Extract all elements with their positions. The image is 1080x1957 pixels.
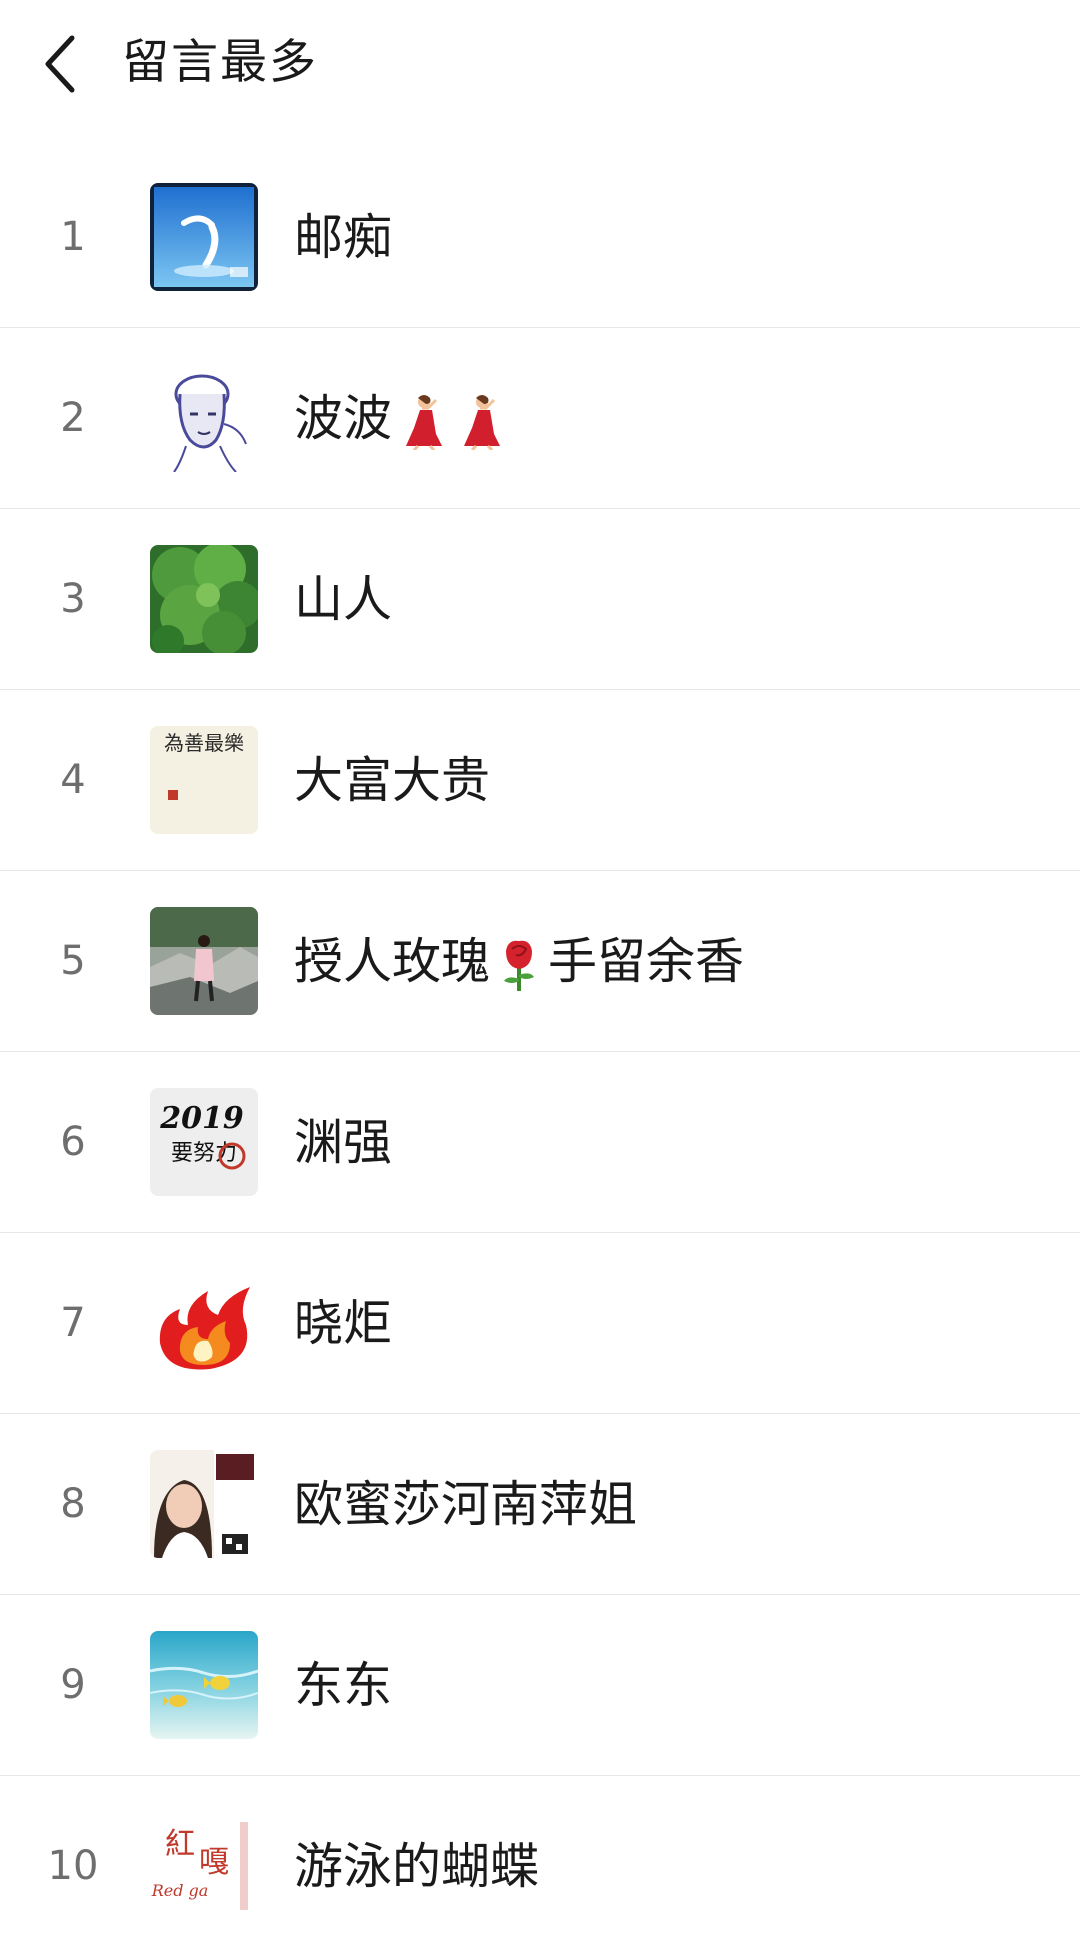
list-item[interactable]: 7 晓炬 [0,1233,1080,1414]
back-button[interactable] [34,28,86,100]
dancer-emoji-icon [396,394,446,450]
tropical-fish-avatar[interactable] [150,1631,258,1739]
list-item[interactable]: 3 山人 [0,509,1080,690]
user-name: 晓炬 [294,1295,393,1352]
calligraphy-char: 為善最樂 [164,731,244,755]
rank-number: 1 [60,214,86,260]
red-brand-logo-avatar[interactable]: 紅 嘎 Red ga [150,1812,258,1920]
person-on-rocks-avatar[interactable] [150,907,258,1015]
dancer-emoji-icon [454,394,504,450]
green-tree-avatar[interactable] [150,545,258,653]
user-name-text: 波波 [294,390,393,447]
user-name: 渊强 [294,1114,393,1171]
rank-number: 6 [60,1119,86,1165]
list-item[interactable]: 6 2019 要努力 渊强 [0,1052,1080,1233]
user-name: 欧蜜莎河南萍姐 [294,1476,638,1533]
woman-portrait-avatar[interactable] [150,1450,258,1558]
list-item[interactable]: 8 欧蜜莎河南萍姐 [0,1414,1080,1595]
user-name-text: 手留余香 [548,933,745,990]
list-item[interactable]: 5 授人玫瑰 手留余香 [0,871,1080,1052]
water-stamp-avatar[interactable] [150,183,258,291]
rank-number: 4 [60,757,86,803]
rank-number: 9 [60,1662,86,1708]
ranking-list: 1 邮痴 2 波波 3 山人 4 為善最樂 大富大贵 5 授人玫瑰 手留余香 6… [0,147,1080,1957]
chevron-left-icon [45,35,75,93]
top-bar: 留言最多 [0,0,1080,130]
user-name: 游泳的蝴蝶 [294,1838,540,1895]
page-title: 留言最多 [122,35,318,90]
rank-number: 7 [60,1300,86,1346]
user-name: 波波 [294,328,508,509]
user-name: 授人玫瑰 手留余香 [294,871,744,1052]
user-name: 大富大贵 [294,752,491,809]
user-name: 邮痴 [294,209,393,266]
rose-emoji-icon [494,937,544,993]
list-item[interactable]: 10 紅 嘎 Red ga 游泳的蝴蝶 [0,1776,1080,1957]
user-name: 山人 [294,571,393,628]
logo-latin: Red ga [151,1881,209,1900]
rank-number: 3 [60,576,86,622]
rank-number: 5 [60,938,86,984]
list-item[interactable]: 1 邮痴 [0,147,1080,328]
user-name-text: 授人玫瑰 [294,933,491,990]
rank-number: 10 [47,1843,99,1889]
new-year-calligraphy-avatar[interactable]: 2019 要努力 [150,1088,258,1196]
logo-char-1: 紅 [165,1827,195,1862]
calligraphy-avatar[interactable]: 為善最樂 [150,726,258,834]
user-name: 东东 [294,1657,393,1714]
flame-avatar[interactable] [150,1269,258,1377]
rank-number: 8 [60,1481,86,1527]
sketch-portrait-avatar[interactable] [150,364,258,472]
list-item[interactable]: 9 东东 [0,1595,1080,1776]
avatar-year: 2019 [159,1101,244,1136]
list-item[interactable]: 4 為善最樂 大富大贵 [0,690,1080,871]
logo-char-2: 嘎 [199,1845,229,1880]
rank-number: 2 [60,395,86,441]
list-item[interactable]: 2 波波 [0,328,1080,509]
